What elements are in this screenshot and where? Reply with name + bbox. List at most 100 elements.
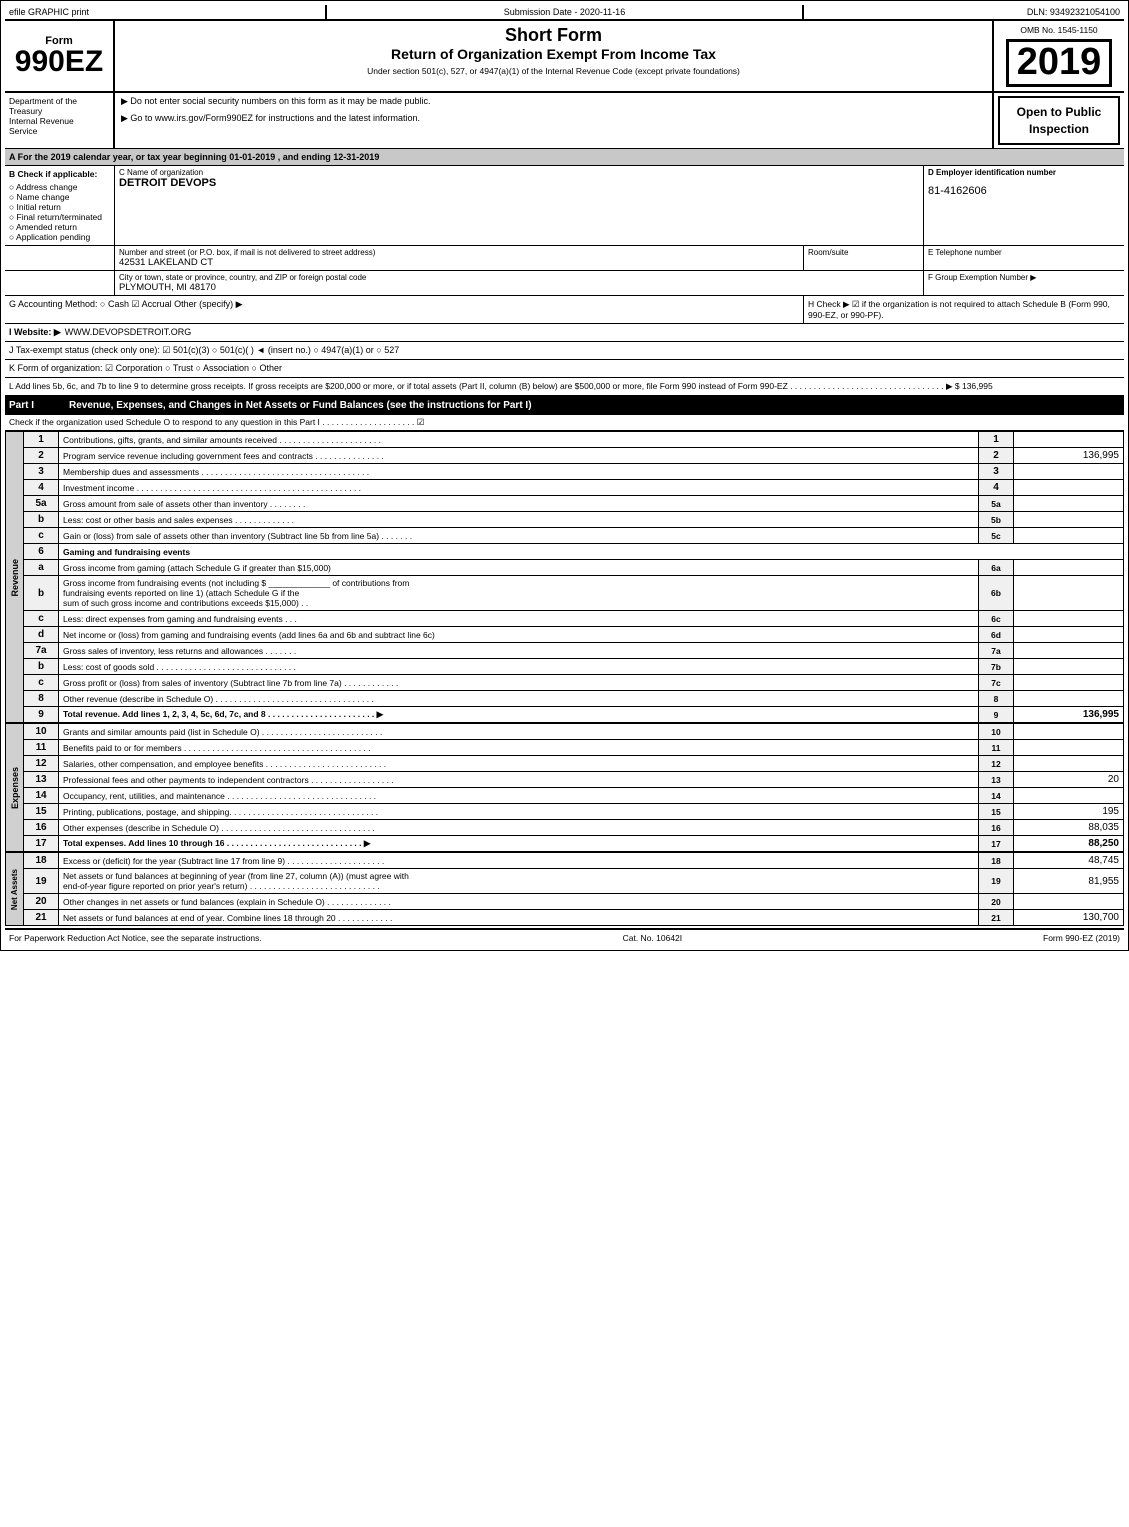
line-desc: Gross income from fundraising events (no… <box>59 576 979 611</box>
line-ref: 9 <box>979 707 1014 723</box>
line-desc: Net income or (loss) from gaming and fun… <box>59 627 979 643</box>
line-desc: Benefits paid to or for members . . . . … <box>59 740 979 756</box>
open-inspection-box: Open to Public Inspection <box>998 96 1120 146</box>
line-ref: 7b <box>979 659 1014 675</box>
table-row: 15 Printing, publications, postage, and … <box>24 804 1124 820</box>
line-desc: Printing, publications, postage, and shi… <box>59 804 979 820</box>
h-col: H Check ▶ ☑ if the organization is not r… <box>804 296 1124 323</box>
line-num: 9 <box>24 707 59 723</box>
phone-label: E Telephone number <box>928 248 1120 257</box>
room-label: Room/suite <box>808 248 919 257</box>
address-value: 42531 LAKELAND CT <box>119 257 799 268</box>
b-label: B Check if applicable: <box>9 169 110 179</box>
line-num: 19 <box>24 869 59 894</box>
line-value <box>1014 740 1124 756</box>
line-num: 14 <box>24 788 59 804</box>
table-row: 6 Gaming and fundraising events <box>24 544 1124 560</box>
expenses-side-label: Expenses <box>5 723 23 852</box>
page: efile GRAPHIC print Submission Date - 20… <box>0 0 1129 951</box>
c-label: C Name of organization <box>119 168 919 177</box>
line-ref: 4 <box>979 480 1014 496</box>
line-value <box>1014 432 1124 448</box>
city-value: PLYMOUTH, MI 48170 <box>119 282 919 293</box>
org-name-col: C Name of organization DETROIT DEVOPS <box>115 166 924 245</box>
org-row3: City or town, state or province, country… <box>5 271 1124 296</box>
expenses-table: 10 Grants and similar amounts paid (list… <box>23 723 1124 852</box>
form-number-col: Form 990EZ <box>5 21 115 91</box>
dept2: Internal Revenue <box>9 116 109 126</box>
instr2: ▶ Go to www.irs.gov/Form990EZ for instru… <box>121 113 986 124</box>
line-num: 4 <box>24 480 59 496</box>
top-header: efile GRAPHIC print Submission Date - 20… <box>5 5 1124 21</box>
name-change: ○ Name change <box>9 192 110 202</box>
net-assets-section: Net Assets 18 Excess or (deficit) for th… <box>5 852 1124 926</box>
org-row2: Number and street (or P.O. box, if mail … <box>5 246 1124 271</box>
table-row: 17 Total expenses. Add lines 10 through … <box>24 836 1124 852</box>
line-ref: 5b <box>979 512 1014 528</box>
line-num: 7a <box>24 643 59 659</box>
line-ref: 7a <box>979 643 1014 659</box>
line-desc: Gross income from gaming (attach Schedul… <box>59 560 979 576</box>
line-num: 16 <box>24 820 59 836</box>
line-desc: Net assets or fund balances at end of ye… <box>59 910 979 926</box>
line-value <box>1014 724 1124 740</box>
revenue-section: Revenue 1 Contributions, gifts, grants, … <box>5 431 1124 723</box>
line-value <box>1014 496 1124 512</box>
section-a: A For the 2019 calendar year, or tax yea… <box>5 149 1124 166</box>
line-value <box>1014 627 1124 643</box>
line-desc: Less: cost or other basis and sales expe… <box>59 512 979 528</box>
line-value <box>1014 691 1124 707</box>
line-num: 11 <box>24 740 59 756</box>
line-value <box>1014 675 1124 691</box>
line-value <box>1014 756 1124 772</box>
table-row: b Gross income from fundraising events (… <box>24 576 1124 611</box>
table-row: c Gross profit or (loss) from sales of i… <box>24 675 1124 691</box>
table-row: 12 Salaries, other compensation, and emp… <box>24 756 1124 772</box>
footer: For Paperwork Reduction Act Notice, see … <box>5 928 1124 946</box>
dln-area: DLN: 93492321054100 <box>804 5 1124 19</box>
table-row: 18 Excess or (deficit) for the year (Sub… <box>24 853 1124 869</box>
line-ref: 20 <box>979 894 1014 910</box>
check-schedule-text: Check if the organization used Schedule … <box>9 417 424 427</box>
table-row: 1 Contributions, gifts, grants, and simi… <box>24 432 1124 448</box>
group-exemption-col: F Group Exemption Number ▶ <box>924 271 1124 295</box>
line-desc: Membership dues and assessments . . . . … <box>59 464 979 480</box>
ein-value: 81-4162606 <box>928 185 1120 197</box>
ein-col: D Employer identification number 81-4162… <box>924 166 1124 245</box>
group-label: F Group Exemption Number ▶ <box>928 273 1120 282</box>
phone-col: E Telephone number <box>924 246 1124 270</box>
k-row: K Form of organization: ☑ Corporation ○ … <box>5 360 1124 378</box>
footer-paperwork: For Paperwork Reduction Act Notice, see … <box>9 933 262 943</box>
table-row: 5a Gross amount from sale of assets othe… <box>24 496 1124 512</box>
line-desc: Occupancy, rent, utilities, and maintena… <box>59 788 979 804</box>
open-inspection-text: Open to Public Inspection <box>1017 105 1102 136</box>
tax-status-text: J Tax-exempt status (check only one): ☑ … <box>9 345 399 355</box>
expenses-content: 10 Grants and similar amounts paid (list… <box>23 723 1124 852</box>
dept3: Service <box>9 126 109 136</box>
omb-number: OMB No. 1545-1150 <box>1020 25 1097 35</box>
footer-form-ref: Form 990-EZ (2019) <box>1043 933 1120 943</box>
dln-text: DLN: 93492321054100 <box>1027 7 1120 17</box>
line-ref: 16 <box>979 820 1014 836</box>
line-value: 88,250 <box>1014 836 1124 852</box>
form-title-section: Form 990EZ Short Form Return of Organiza… <box>5 21 1124 93</box>
line-ref: 19 <box>979 869 1014 894</box>
efile-text: efile GRAPHIC print <box>9 7 89 17</box>
spacer-col <box>5 246 115 270</box>
table-row: b Less: cost or other basis and sales ex… <box>24 512 1124 528</box>
form-long-title: Return of Organization Exempt From Incom… <box>119 46 988 62</box>
line-value: 130,700 <box>1014 910 1124 926</box>
table-row: 20 Other changes in net assets or fund b… <box>24 894 1124 910</box>
expenses-label: Expenses <box>10 767 20 809</box>
website-label: I Website: ▶ <box>9 327 61 338</box>
line-value: 81,955 <box>1014 869 1124 894</box>
table-row: 4 Investment income . . . . . . . . . . … <box>24 480 1124 496</box>
table-row: d Net income or (loss) from gaming and f… <box>24 627 1124 643</box>
line-num: 6 <box>24 544 59 560</box>
line-desc: Other expenses (describe in Schedule O) … <box>59 820 979 836</box>
efile-label: efile GRAPHIC print <box>5 5 327 19</box>
line-value: 20 <box>1014 772 1124 788</box>
table-row: 14 Occupancy, rent, utilities, and maint… <box>24 788 1124 804</box>
net-assets-content: 18 Excess or (deficit) for the year (Sub… <box>23 852 1124 926</box>
line-desc: Net assets or fund balances at beginning… <box>59 869 979 894</box>
